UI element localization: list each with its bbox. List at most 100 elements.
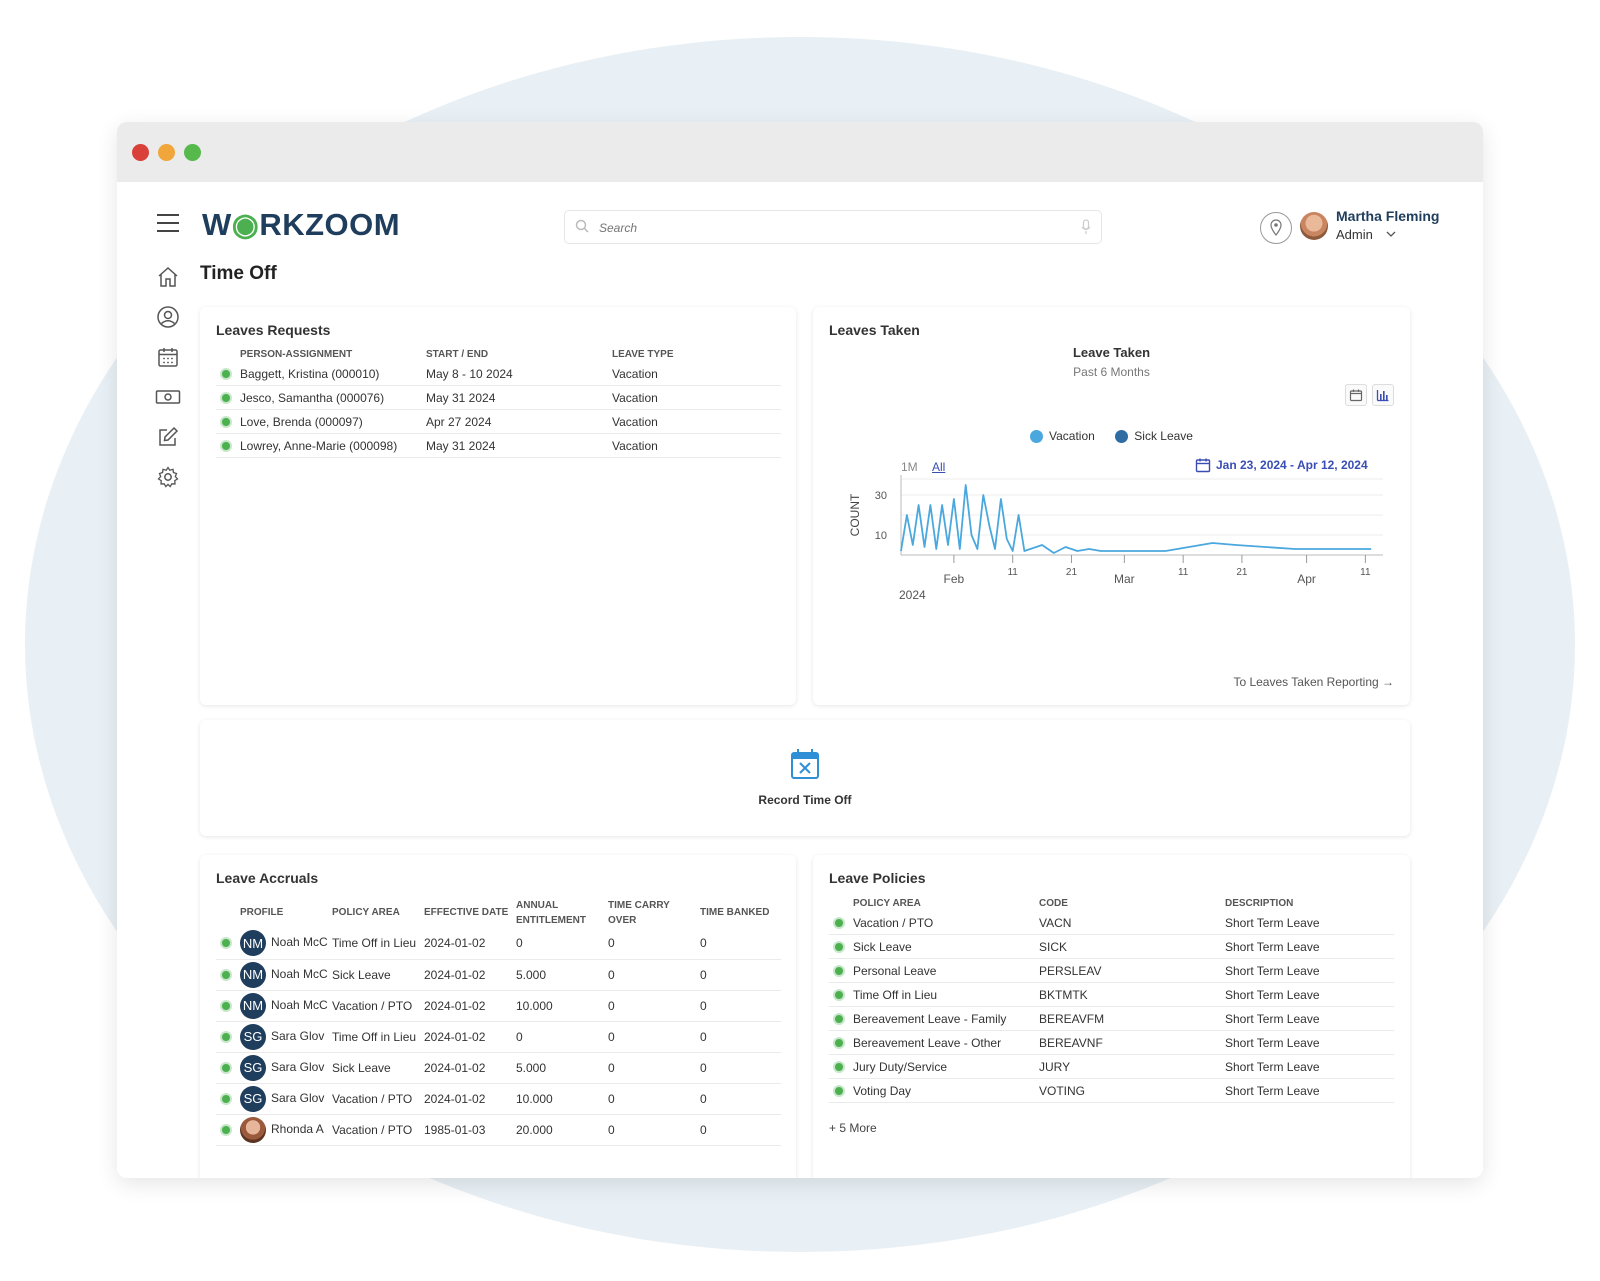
- nav-settings[interactable]: [153, 462, 183, 492]
- menu-icon[interactable]: [157, 214, 179, 238]
- y-axis-label: COUNT: [848, 493, 862, 536]
- table-row[interactable]: Rhonda A Vacation / PTO 1985-01-03 20.000 0 0: [216, 1114, 781, 1146]
- table-row[interactable]: Lowrey, Anne-Marie (000098) May 31 2024 Va…: [216, 433, 781, 458]
- maximize-window-button[interactable]: [184, 144, 201, 161]
- code-cell: BEREAVFM: [1039, 1006, 1225, 1031]
- user-name[interactable]: Martha Fleming: [1336, 208, 1439, 224]
- leave-accruals-title: Leave Accruals: [216, 870, 319, 886]
- time-carry-over-cell: 0: [608, 959, 700, 991]
- chart-view-button[interactable]: [1372, 384, 1394, 406]
- status-dot: [222, 369, 230, 378]
- nav-profile[interactable]: [153, 302, 183, 332]
- microphone-icon[interactable]: [1081, 219, 1091, 235]
- column-header: DESCRIPTION: [1225, 898, 1294, 909]
- profile-name: Rhonda A: [271, 1121, 324, 1136]
- table-row[interactable]: NM Noah McC Vacation / PTO 2024-01-02 10.000…: [216, 990, 781, 1022]
- leave-type-cell: Vacation: [612, 362, 781, 386]
- nav-calendar[interactable]: [153, 342, 183, 372]
- effective-date-cell: 2024-01-02: [424, 959, 516, 991]
- leave-type-cell: Vacation: [612, 433, 781, 458]
- table-row[interactable]: Bereavement Leave - Other BEREAVNF Short T…: [829, 1030, 1394, 1055]
- table-row[interactable]: NM Noah McC Sick Leave 2024-01-02 5.000 0 0: [216, 959, 781, 991]
- leaves-taken-reporting-link[interactable]: To Leaves Taken Reporting →: [1233, 675, 1394, 689]
- time-banked-cell: 0: [700, 959, 781, 991]
- table-row[interactable]: Vacation / PTO VACN Short Term Leave: [829, 911, 1394, 935]
- calendar-cancel-icon: [791, 749, 819, 779]
- table-row[interactable]: Love, Brenda (000097) Apr 27 2024 Vacation: [216, 409, 781, 434]
- app-content: W◉RKZOOM Martha Fleming Admin: [117, 182, 1483, 1178]
- code-cell: JURY: [1039, 1054, 1225, 1079]
- search-input[interactable]: [597, 216, 1061, 240]
- time-banked-cell: 0: [700, 990, 781, 1022]
- nav-home[interactable]: [153, 262, 183, 292]
- code-cell: VOTING: [1039, 1078, 1225, 1103]
- leave-requests-table: PERSON-ASSIGNMENT START / END LEAVE TYPE…: [216, 345, 781, 458]
- table-row[interactable]: Jesco, Samantha (000076) May 31 2024 Vacat…: [216, 385, 781, 410]
- start-end-cell: May 8 - 10 2024: [426, 362, 612, 386]
- profile-name: Noah McC: [271, 966, 328, 981]
- close-window-button[interactable]: [132, 144, 149, 161]
- column-header: LEAVE TYPE: [612, 349, 674, 360]
- profile-cell: NM Noah McC: [240, 928, 332, 960]
- annual-entitlement-cell: 0: [516, 1021, 608, 1053]
- record-time-off-label: Record Time Off: [758, 793, 852, 807]
- annual-entitlement-cell: 20.000: [516, 1114, 608, 1146]
- avatar: SG: [240, 1023, 266, 1050]
- window-titlebar: [117, 122, 1483, 182]
- x-tick-label: 11: [1178, 567, 1189, 578]
- profile-name: Sara Glov: [271, 1028, 325, 1043]
- legend-item-vacation[interactable]: Vacation: [1030, 429, 1095, 443]
- home-icon: [158, 266, 178, 287]
- table-row[interactable]: SG Sara Glov Sick Leave 2024-01-02 5.000 0 0: [216, 1052, 781, 1084]
- search-bar[interactable]: [564, 210, 1102, 244]
- table-row[interactable]: Bereavement Leave - Family BEREAVFM Short …: [829, 1006, 1394, 1031]
- table-row[interactable]: Voting Day VOTING Short Term Leave: [829, 1078, 1394, 1103]
- time-carry-over-cell: 0: [608, 1083, 700, 1115]
- user-avatar[interactable]: [1300, 212, 1328, 240]
- profile-name: Sara Glov: [271, 1059, 325, 1074]
- code-cell: PERSLEAV: [1039, 958, 1225, 983]
- status-dot: [222, 1032, 230, 1041]
- legend-item-sick-leave[interactable]: Sick Leave: [1115, 429, 1193, 443]
- x-tick-label: Apr: [1297, 572, 1316, 586]
- leave-accruals-table: PROFILE POLICY AREA EFFECTIVE DATE ANNUA…: [216, 894, 781, 1146]
- page-title: Time Off: [200, 263, 277, 284]
- leave-type-cell: Vacation: [612, 385, 781, 410]
- description-cell: Short Term Leave: [1225, 982, 1394, 1007]
- time-banked-cell: 0: [700, 1114, 781, 1146]
- table-row[interactable]: Time Off in Lieu BKTMTK Short Term Leave: [829, 982, 1394, 1007]
- calendar-view-button[interactable]: [1345, 384, 1367, 406]
- y-tick-label: 30: [875, 490, 887, 502]
- more-policies-link[interactable]: + 5 More: [829, 1121, 877, 1135]
- avatar: NM: [240, 930, 266, 957]
- record-time-off-button[interactable]: Record Time Off: [200, 748, 1410, 807]
- start-end-cell: May 31 2024: [426, 385, 612, 410]
- workzoom-logo[interactable]: W◉RKZOOM: [202, 207, 400, 243]
- status-dot-cell: [216, 959, 240, 991]
- description-cell: Short Term Leave: [1225, 1006, 1394, 1031]
- status-dot: [222, 970, 230, 979]
- nav-edit[interactable]: [153, 422, 183, 452]
- status-dot-cell: [216, 409, 240, 434]
- user-role[interactable]: Admin: [1336, 227, 1373, 242]
- chart-subtitle: Past 6 Months: [1073, 365, 1150, 379]
- table-row[interactable]: Baggett, Kristina (000010) May 8 - 10 202…: [216, 362, 781, 386]
- nav-payroll[interactable]: [153, 382, 183, 412]
- table-row[interactable]: Jury Duty/Service JURY Short Term Leave: [829, 1054, 1394, 1079]
- profile-cell: NM Noah McC: [240, 959, 332, 991]
- legend-label: Sick Leave: [1134, 429, 1193, 443]
- location-button[interactable]: [1260, 212, 1292, 244]
- time-banked-cell: 0: [700, 1083, 781, 1115]
- table-row[interactable]: SG Sara Glov Vacation / PTO 2024-01-02 10.00…: [216, 1083, 781, 1115]
- table-row[interactable]: SG Sara Glov Time Off in Lieu 2024-01-02 0 0 0: [216, 1021, 781, 1053]
- app-window: W◉RKZOOM Martha Fleming Admin: [117, 122, 1483, 1178]
- minimize-window-button[interactable]: [158, 144, 175, 161]
- chevron-down-icon[interactable]: [1386, 230, 1396, 238]
- table-row[interactable]: Sick Leave SICK Short Term Leave: [829, 934, 1394, 959]
- x-tick-label: Feb: [944, 572, 965, 586]
- status-dot-cell: [829, 1054, 853, 1079]
- status-dot-cell: [829, 1030, 853, 1055]
- table-row[interactable]: Personal Leave PERSLEAV Short Term Leave: [829, 958, 1394, 983]
- edit-icon: [159, 426, 179, 446]
- table-row[interactable]: NM Noah McC Time Off in Lieu 2024-01-02 0 0 0: [216, 928, 781, 960]
